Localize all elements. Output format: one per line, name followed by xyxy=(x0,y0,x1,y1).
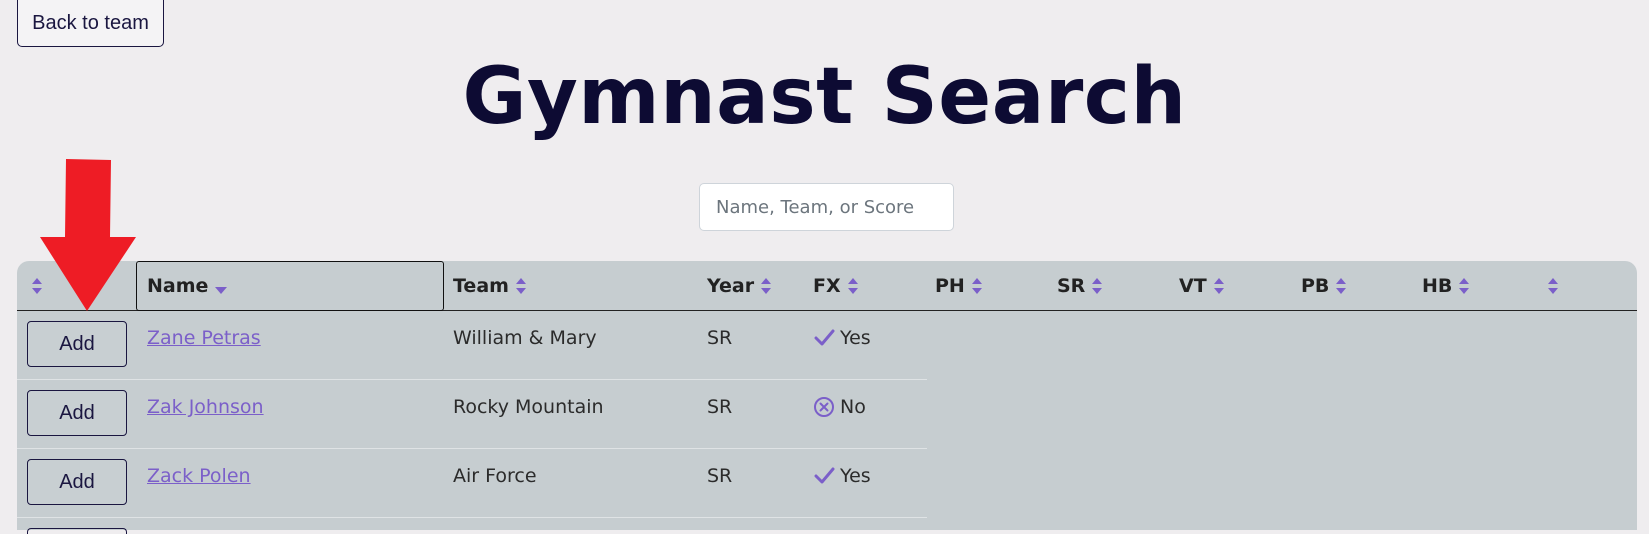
sort-icon xyxy=(32,278,42,294)
sr-column-header[interactable]: SR xyxy=(1057,261,1103,311)
sr-column-label: SR xyxy=(1057,275,1086,297)
team-column-header[interactable]: Team xyxy=(453,261,527,311)
gymnast-table: Name Team Year FX PH SR VT PB HB Add Zan… xyxy=(17,261,1637,534)
hb-column-label: HB xyxy=(1422,275,1453,297)
fx-cell: Yes xyxy=(813,311,871,365)
team-cell: Rocky Mountain xyxy=(453,396,604,418)
team-column-label: Team xyxy=(453,275,509,297)
name-column-label: Name xyxy=(147,275,209,297)
gymnast-name-link[interactable]: Zack Polen xyxy=(147,465,251,487)
table-row: Add Zack Polen Air Force SR Yes xyxy=(17,449,927,518)
fx-column-label: FX xyxy=(813,275,841,297)
gymnast-name-cell: Zane Petras xyxy=(147,311,261,365)
vt-column-label: VT xyxy=(1179,275,1207,297)
fx-status-text: Yes xyxy=(840,465,871,487)
add-button[interactable]: Add xyxy=(27,321,127,367)
add-button[interactable]: Add xyxy=(27,390,127,436)
gymnast-name-cell: Zack Polen xyxy=(147,449,251,503)
pb-column-header[interactable]: PB xyxy=(1301,261,1347,311)
check-icon xyxy=(814,467,835,484)
name-column-header[interactable]: Name xyxy=(136,261,444,311)
team-cell: William & Mary xyxy=(453,327,597,349)
back-to-team-button[interactable]: Back to team xyxy=(17,0,164,47)
year-column-header[interactable]: Year xyxy=(707,261,772,311)
vt-column-header[interactable]: VT xyxy=(1179,261,1225,311)
fx-cell: Yes xyxy=(813,449,871,503)
fx-cell: No xyxy=(813,380,866,434)
check-icon xyxy=(814,329,835,346)
sort-icon xyxy=(1548,278,1558,294)
search-input[interactable] xyxy=(699,183,954,231)
table-header-row: Name Team Year FX PH SR VT PB HB xyxy=(17,261,1637,311)
year-cell: SR xyxy=(707,465,733,487)
sort-descending-icon xyxy=(215,287,228,294)
year-cell: SR xyxy=(707,327,733,349)
year-cell: SR xyxy=(707,396,733,418)
extra-column-header[interactable] xyxy=(1541,261,1559,311)
ph-column-label: PH xyxy=(935,275,965,297)
fx-column-header[interactable]: FX xyxy=(813,261,859,311)
page-title: Gymnast Search xyxy=(462,52,1187,142)
year-column-label: Year xyxy=(707,275,755,297)
select-column-header[interactable] xyxy=(25,261,43,311)
sort-icon xyxy=(515,278,526,294)
fx-status-text: No xyxy=(840,396,866,418)
fx-status-text: Yes xyxy=(840,327,871,349)
sort-icon xyxy=(1092,278,1103,294)
x-circle-icon xyxy=(814,397,834,417)
sort-icon xyxy=(1213,278,1224,294)
gymnast-name-link[interactable]: Zane Petras xyxy=(147,327,261,349)
sort-icon xyxy=(1336,278,1347,294)
sort-icon xyxy=(971,278,982,294)
table-row xyxy=(17,518,927,534)
team-cell: Air Force xyxy=(453,465,537,487)
sort-icon xyxy=(847,278,858,294)
add-button[interactable]: Add xyxy=(27,459,127,505)
table-row: Add Zak Johnson Rocky Mountain SR No xyxy=(17,380,927,449)
sort-icon xyxy=(761,278,772,294)
sort-icon xyxy=(1459,278,1470,294)
hb-column-header[interactable]: HB xyxy=(1422,261,1470,311)
ph-column-header[interactable]: PH xyxy=(935,261,983,311)
gymnast-name-link[interactable]: Zak Johnson xyxy=(147,396,264,418)
pb-column-label: PB xyxy=(1301,275,1330,297)
add-button-partial[interactable] xyxy=(27,528,127,534)
gymnast-name-cell: Zak Johnson xyxy=(147,380,264,434)
table-row: Add Zane Petras William & Mary SR Yes xyxy=(17,311,927,380)
